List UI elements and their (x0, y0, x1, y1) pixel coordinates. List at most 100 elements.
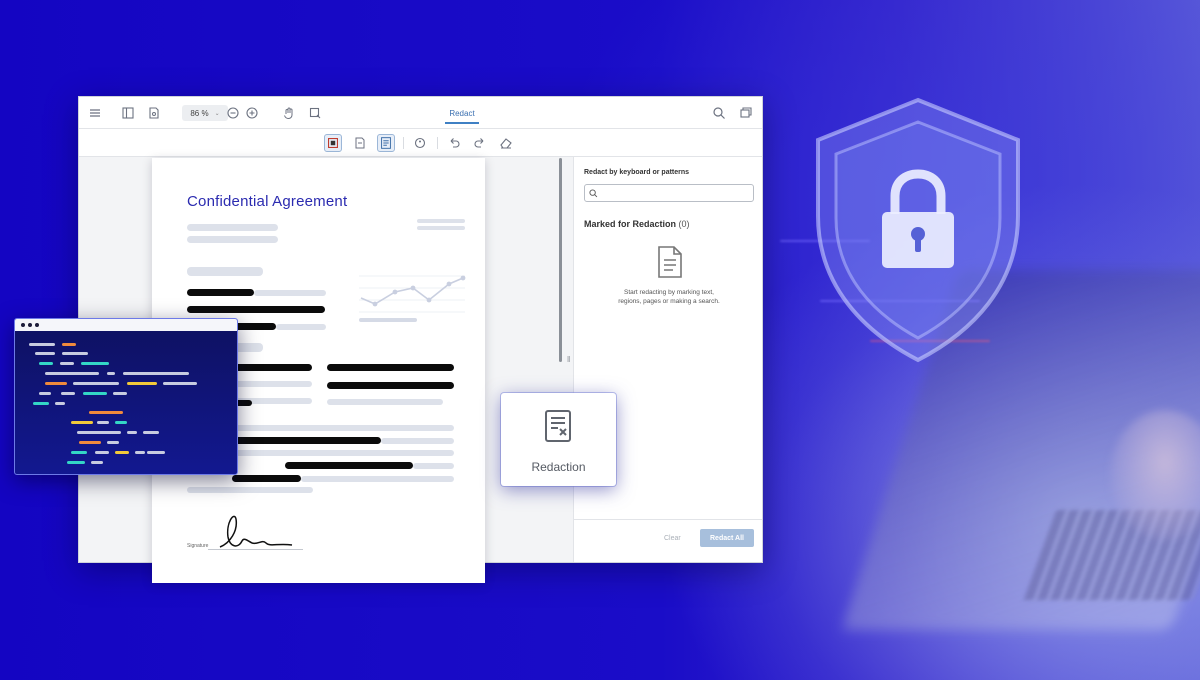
redaction-panel: Redact by keyboard or patterns Marked fo… (573, 157, 762, 562)
panel-resize-handle[interactable]: ‖ (567, 355, 570, 364)
signature-line (208, 549, 303, 550)
text-line (276, 324, 326, 330)
code-line (135, 451, 145, 454)
handwritten-signature (219, 515, 293, 548)
code-line (81, 362, 109, 365)
marked-for-redaction-heading: Marked for Redaction (0) (584, 219, 690, 229)
code-line (79, 441, 101, 444)
redacted-line (187, 306, 325, 313)
redacted-line (285, 462, 413, 469)
text-line (301, 476, 454, 482)
redact-text-icon[interactable] (377, 134, 395, 152)
text-line (187, 267, 263, 276)
window-dot (35, 323, 39, 327)
zoom-out-icon[interactable] (226, 106, 240, 120)
eraser-icon[interactable] (497, 134, 515, 152)
code-line (60, 362, 74, 365)
select-icon[interactable] (308, 106, 322, 120)
top-toolbar: 86 % ⌄ Redact (79, 97, 762, 129)
redact-region-icon[interactable] (324, 134, 342, 152)
zoom-in-icon[interactable] (245, 106, 259, 120)
empty-state-message: Start redacting by marking text, regions… (618, 289, 720, 305)
text-line (187, 236, 278, 243)
code-line (123, 372, 189, 375)
redacted-line (327, 382, 454, 389)
code-line (55, 402, 65, 405)
comment-icon[interactable] (739, 106, 753, 120)
code-line (67, 461, 85, 464)
shield-lock-icon (816, 97, 1020, 363)
code-line (97, 421, 109, 424)
redaction-document-icon (545, 410, 571, 442)
redact-all-button[interactable]: Redact All (700, 529, 754, 547)
redact-search-input[interactable] (584, 184, 754, 202)
redo-icon[interactable] (471, 134, 489, 152)
text-line (417, 219, 465, 223)
document-title: Confidential Agreement (187, 193, 348, 210)
code-line (29, 343, 55, 346)
text-line (417, 226, 465, 230)
window-dot (21, 323, 25, 327)
redacted-line (234, 364, 312, 371)
code-line (61, 392, 75, 395)
panel-footer: Clear Redact All (574, 519, 762, 562)
redacted-line (232, 475, 301, 482)
text-line (234, 381, 312, 387)
sidebar-icon[interactable] (121, 106, 135, 120)
code-line (62, 352, 88, 355)
zoom-value: 86 % (190, 108, 209, 118)
text-line (254, 290, 326, 296)
code-line (39, 392, 51, 395)
chevron-down-icon: ⌄ (214, 110, 220, 117)
code-line (107, 372, 115, 375)
redacted-line (327, 364, 454, 371)
window-titlebar (15, 319, 237, 331)
code-line (107, 441, 119, 444)
code-line (91, 461, 103, 464)
tab-redact[interactable]: Redact (445, 106, 479, 124)
zoom-select[interactable]: 86 % ⌄ (182, 105, 228, 121)
code-line (39, 362, 53, 365)
redacted-line (234, 437, 381, 444)
code-line (127, 431, 137, 434)
search-title: Redact by keyboard or patterns (584, 169, 690, 176)
redacted-line (187, 289, 254, 296)
viewer-scrollbar[interactable] (559, 158, 562, 362)
clear-button[interactable]: Clear (664, 535, 681, 542)
file-icon[interactable] (147, 106, 161, 120)
menu-icon[interactable] (88, 106, 102, 120)
marked-title: Marked for Redaction (584, 219, 677, 229)
text-line (187, 224, 278, 231)
text-line (327, 399, 443, 405)
toolbar-divider (437, 137, 438, 149)
code-line (83, 392, 107, 395)
code-line (45, 372, 99, 375)
text-line (234, 450, 454, 456)
code-line (45, 382, 67, 385)
redaction-toolbar (79, 129, 762, 157)
document-icon (658, 246, 682, 278)
undo-icon[interactable] (445, 134, 463, 152)
code-line (115, 451, 129, 454)
code-line (89, 411, 123, 414)
code-line (71, 451, 87, 454)
code-editor-window (14, 318, 238, 475)
code-line (115, 421, 127, 424)
code-line (35, 352, 55, 355)
code-line (33, 402, 49, 405)
code-line (73, 382, 119, 385)
palette-icon[interactable] (411, 134, 429, 152)
signature-label: Signature (187, 543, 209, 549)
code-line (127, 382, 157, 385)
redaction-label: Redaction (531, 460, 586, 474)
code-line (143, 431, 159, 434)
search-icon[interactable] (712, 106, 726, 120)
code-line (62, 343, 76, 346)
redact-pages-icon[interactable] (351, 134, 369, 152)
hand-icon[interactable] (282, 106, 296, 120)
toolbar-divider (403, 137, 404, 149)
line-chart-illustration (359, 275, 466, 322)
marked-count: (0) (678, 219, 690, 229)
redaction-feature-card[interactable]: Redaction (501, 393, 616, 486)
code-line (147, 451, 165, 454)
